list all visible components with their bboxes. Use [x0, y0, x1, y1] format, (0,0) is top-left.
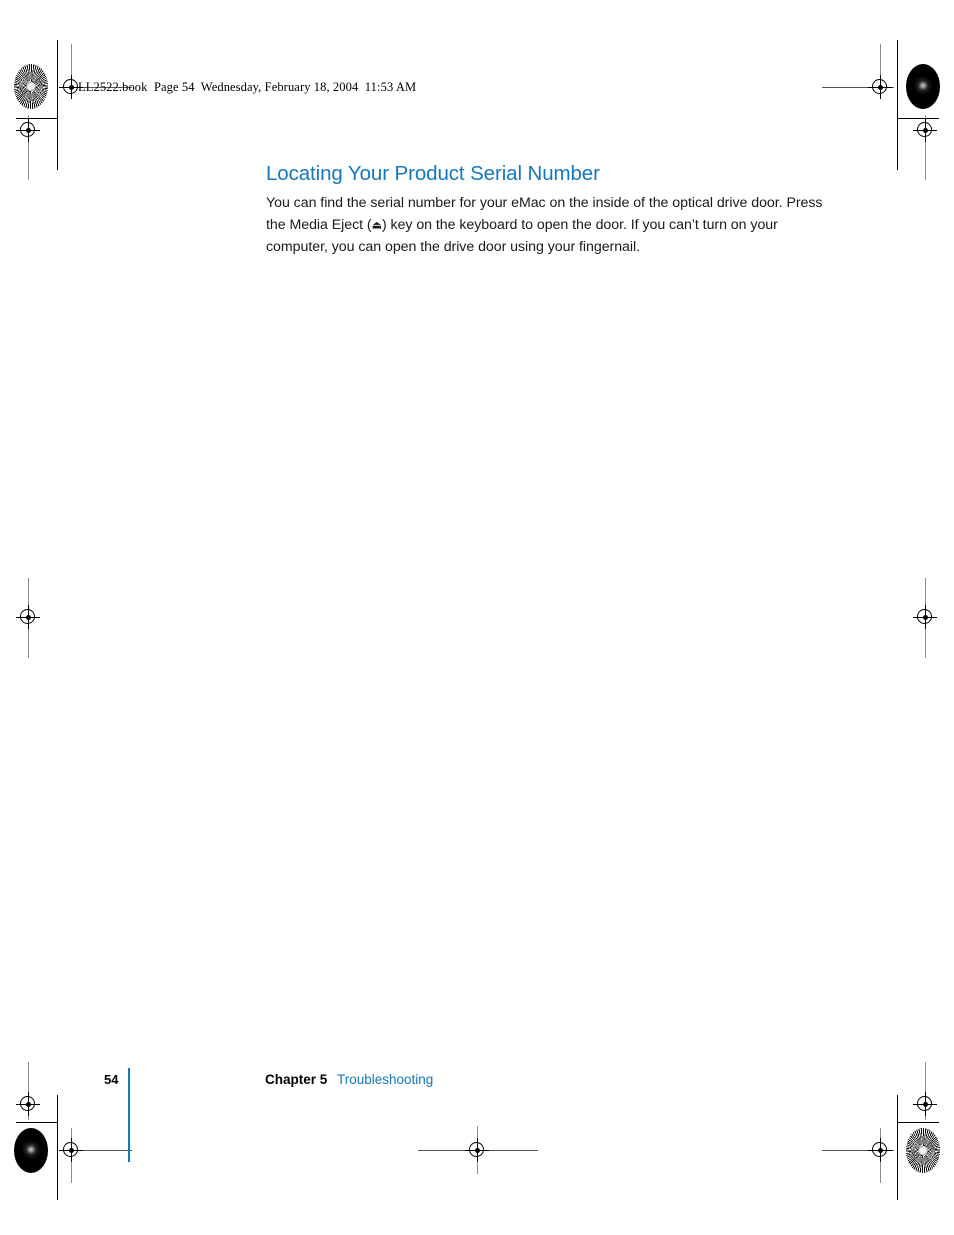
registration-mark-bottom-right-inner — [865, 1135, 895, 1165]
footer-chapter-label: Chapter 5 — [265, 1072, 328, 1087]
halftone-patch-top-left — [14, 64, 48, 109]
halftone-patch-top-right — [906, 64, 940, 109]
body-line-2-suffix: ) key on the keyboard to open the door. … — [381, 216, 747, 233]
trim-line-bottom-right-short — [897, 1122, 939, 1123]
footer-accent-rule — [128, 1068, 130, 1162]
registration-mark-mid-right — [910, 602, 940, 632]
trim-line-left-top — [57, 40, 58, 170]
registration-mark-bottom-right-upper — [910, 1089, 940, 1119]
trim-line-bottom-left-short — [16, 1122, 58, 1123]
registration-mark-mid-left — [13, 602, 43, 632]
page-title: Locating Your Product Serial Number — [266, 162, 600, 185]
footer-page-number: 54 — [104, 1072, 119, 1087]
registration-mark-bottom-left-inner — [56, 1135, 86, 1165]
media-eject-icon: ⏏ — [371, 218, 382, 232]
registration-mark-bottom-left-upper — [13, 1089, 43, 1119]
trim-line-right-top — [897, 40, 898, 170]
halftone-patch-bottom-right — [906, 1128, 940, 1173]
registration-mark-bottom-center — [462, 1135, 492, 1165]
halftone-patch-bottom-left — [14, 1128, 48, 1173]
print-proof-page: LL2522.book Page 54 Wednesday, February … — [0, 0, 954, 1235]
page-content: Locating Your Product Serial Number You … — [266, 162, 826, 258]
registration-mark-right-upper — [910, 115, 940, 145]
footer-chapter-title: Troubleshooting — [337, 1072, 434, 1087]
book-file-header: LL2522.book Page 54 Wednesday, February … — [78, 80, 417, 94]
registration-mark-top-right-inner — [865, 72, 895, 102]
trim-line-right-bottom — [897, 1095, 898, 1200]
registration-mark-left-upper — [13, 115, 43, 145]
body-paragraph: You can find the serial number for your … — [266, 192, 826, 259]
body-line-1: You can find the serial number for your … — [266, 194, 783, 211]
